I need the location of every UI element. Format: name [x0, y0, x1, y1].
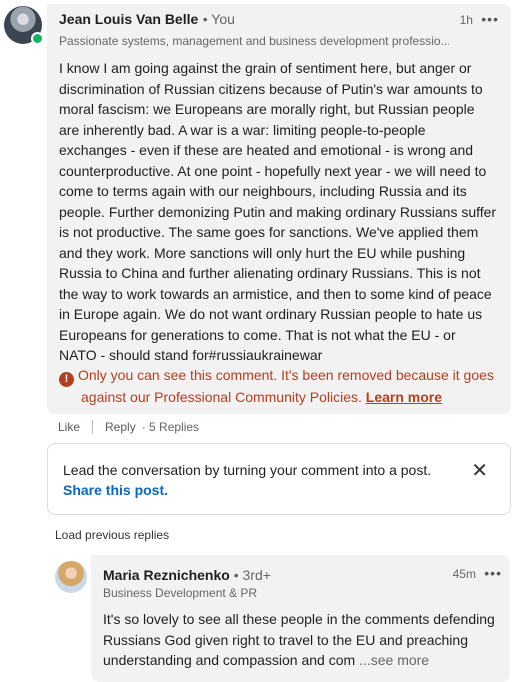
like-button[interactable]: Like [58, 420, 80, 434]
reply-author-name[interactable]: Maria Reznichenko [103, 567, 230, 583]
share-prompt-text: Lead the conversation by turning your co… [63, 462, 432, 478]
see-more-link[interactable]: ...see more [359, 652, 429, 668]
reply-bubble: Maria Reznichenko • 3rd+ 45m ••• Busines… [91, 555, 510, 682]
reply-button[interactable]: Reply [105, 420, 136, 434]
ellipsis-icon[interactable]: ••• [481, 11, 499, 27]
share-post-link[interactable]: Share this post. [63, 482, 168, 498]
replies-count[interactable]: · 5 Replies [142, 420, 199, 434]
reply-author-avatar[interactable] [55, 561, 87, 593]
share-prompt-card: Lead the conversation by turning your co… [47, 443, 511, 515]
reply-author-degree: • 3rd+ [233, 567, 271, 583]
load-previous-replies[interactable]: Load previous replies [55, 528, 169, 542]
author-avatar[interactable] [4, 6, 44, 45]
reply-body-text: It's so lovely to see all these people i… [103, 611, 495, 668]
author-you-label: • You [202, 11, 235, 27]
warning-icon: ! [59, 372, 74, 387]
comment-time: 1h [459, 13, 473, 27]
removal-notice-line2-wrap: against our Professional Community Polic… [59, 387, 499, 408]
comment-bubble: Jean Louis Van Belle • You 1h ••• Passio… [47, 4, 511, 414]
reply-author-headline: Business Development & PR [103, 586, 258, 600]
comment-meta: 1h ••• [460, 11, 499, 27]
comment-actions: Like Reply · 5 Replies [58, 420, 199, 434]
removal-notice-line1: Only you can see this comment. It's been… [78, 367, 494, 383]
removal-notice: ! Only you can see this comment. It's bee… [59, 365, 499, 408]
comment-header: Jean Louis Van Belle • You 1h ••• [59, 11, 501, 31]
reply-meta: 45m ••• [453, 565, 502, 581]
online-status-indicator [31, 32, 44, 45]
removal-notice-line2: against our Professional Community Polic… [81, 389, 362, 405]
comment-body: I know I am going against the grain of s… [59, 60, 497, 363]
reply-body: It's so lovely to see all these people i… [103, 609, 498, 671]
author-headline: Passionate systems, management and busin… [59, 34, 449, 48]
reply-ellipsis-icon[interactable]: ••• [484, 565, 502, 581]
author-name[interactable]: Jean Louis Van Belle [59, 11, 198, 27]
action-divider [92, 420, 94, 434]
reply-time: 45m [452, 567, 476, 581]
reply-header: Maria Reznichenko • 3rd+ [103, 567, 271, 583]
close-icon[interactable]: ✕ [471, 458, 488, 483]
learn-more-link[interactable]: Learn more [366, 389, 442, 405]
